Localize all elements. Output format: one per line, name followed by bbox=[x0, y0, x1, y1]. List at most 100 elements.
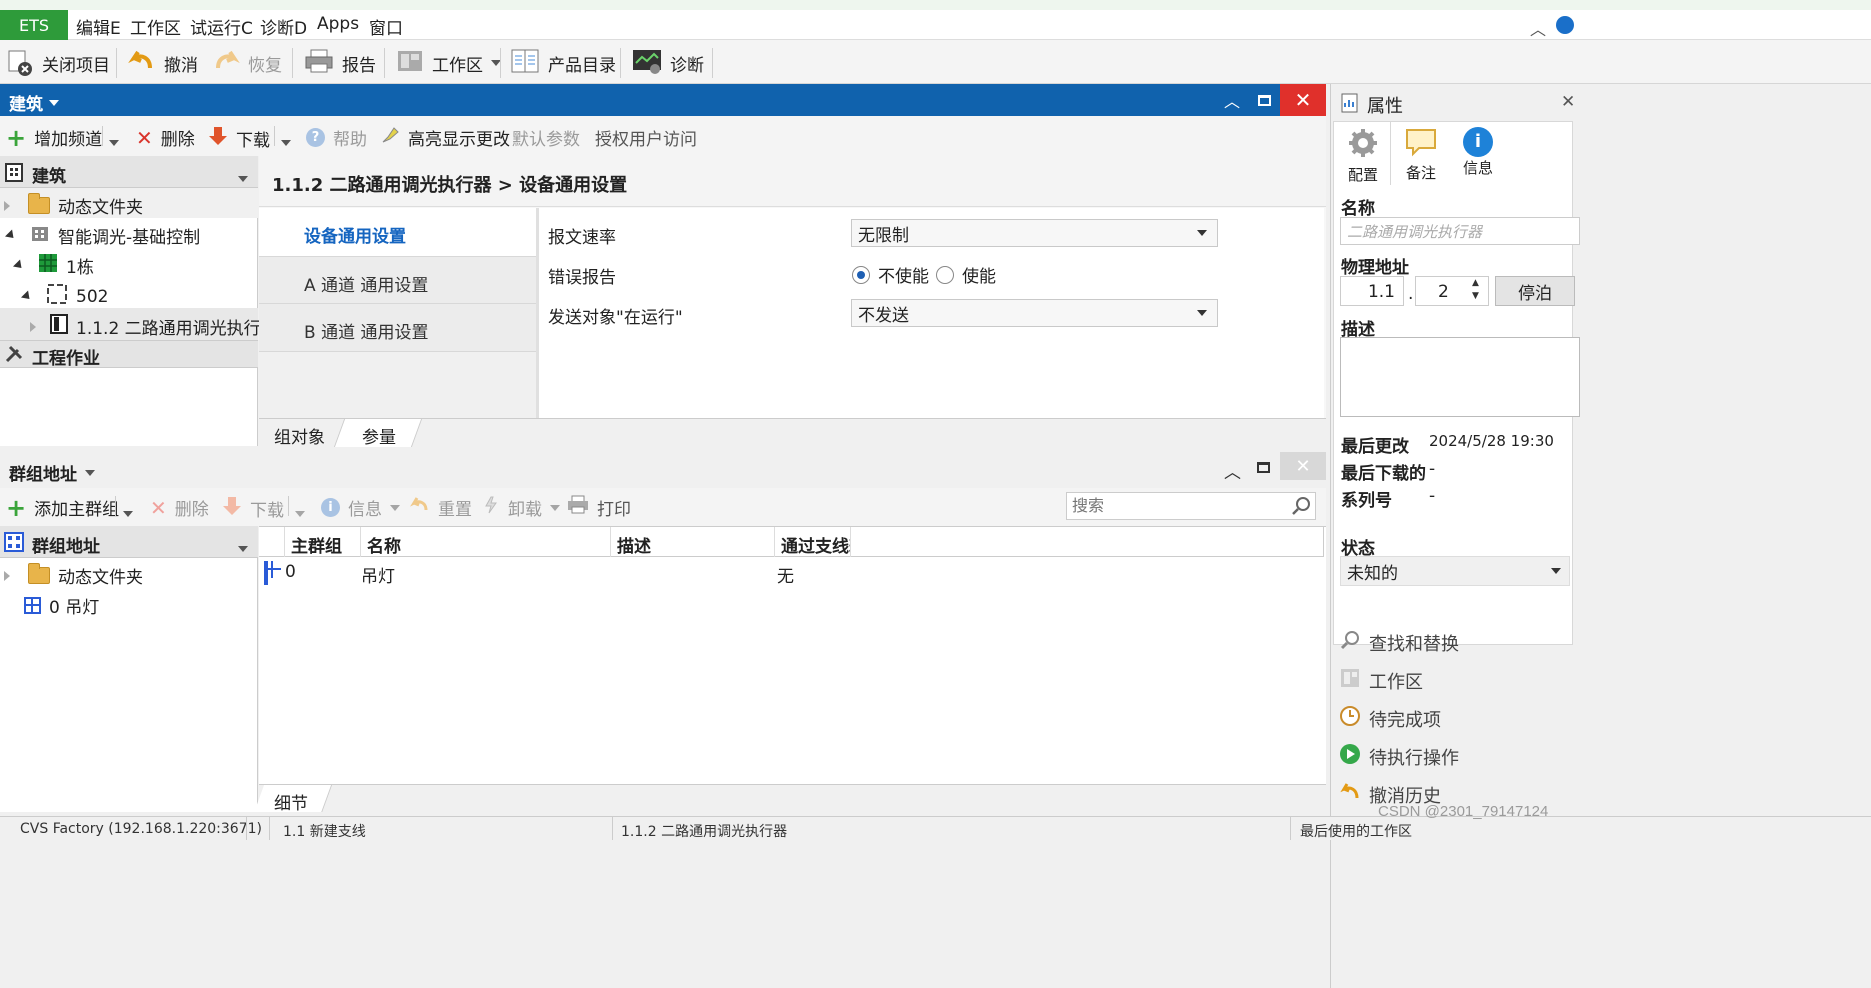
add-channel-button[interactable]: + 增加频道 bbox=[6, 125, 102, 151]
group-download-button[interactable]: 下载 bbox=[222, 495, 284, 522]
maximize-panel-icon[interactable] bbox=[1254, 84, 1274, 116]
menu-apps[interactable]: Apps bbox=[317, 14, 359, 34]
ets-menu-button[interactable]: ETS bbox=[0, 10, 68, 40]
tab-notes[interactable]: 备注 bbox=[1401, 127, 1437, 183]
search-input[interactable] bbox=[1072, 493, 1282, 517]
redo-label: 恢复 bbox=[248, 55, 282, 76]
stepper-down-icon[interactable]: ▼ bbox=[1472, 291, 1479, 301]
catalog-button[interactable]: 产品目录 bbox=[510, 40, 616, 86]
group-download-dropdown[interactable] bbox=[295, 504, 305, 524]
close-panel-icon[interactable]: ✕ bbox=[1280, 452, 1326, 480]
telegram-rate-select[interactable]: 无限制 bbox=[851, 219, 1218, 247]
report-button[interactable]: 报告 bbox=[304, 40, 376, 86]
tree-item-room-502[interactable]: 502 bbox=[20, 283, 108, 310]
todo-link[interactable]: 待完成项 bbox=[1339, 705, 1441, 732]
workspace-button[interactable]: 工作区 bbox=[396, 40, 501, 86]
close-properties-icon[interactable]: ✕ bbox=[1561, 92, 1575, 112]
group-info-button[interactable]: i 信息 bbox=[321, 495, 400, 520]
add-channel-dropdown[interactable] bbox=[109, 133, 119, 153]
column-main-group[interactable]: 主群组 bbox=[285, 527, 361, 557]
diagnostics-button[interactable]: 诊断 bbox=[632, 40, 704, 86]
building-tree-header-label: 建筑 bbox=[32, 167, 66, 187]
tree-item-device-selected[interactable]: 1.1.2 二路通用调光执行器 bbox=[0, 308, 278, 340]
help-icon[interactable] bbox=[1556, 16, 1574, 34]
tab-config[interactable]: 配置 bbox=[1333, 121, 1391, 185]
tree-item-project[interactable]: 智能调光-基础控制 bbox=[4, 223, 200, 248]
group-tree-item-main-0[interactable]: 0 吊灯 bbox=[24, 593, 99, 618]
menu-window[interactable]: 窗口 bbox=[369, 14, 403, 39]
menu-commissioning[interactable]: 试运行C bbox=[190, 14, 253, 39]
close-panel-icon[interactable]: ✕ bbox=[1280, 84, 1326, 116]
tree-item-dynamic-folder[interactable]: 动态文件夹 bbox=[0, 188, 258, 218]
physical-address-device-stepper[interactable]: 2 ▲ ▼ bbox=[1415, 276, 1489, 306]
undo-icon bbox=[1339, 781, 1361, 808]
param-tab-general[interactable]: 设备通用设置 bbox=[259, 208, 536, 256]
floor-grid-icon bbox=[38, 253, 58, 278]
expand-icon[interactable] bbox=[4, 200, 10, 211]
error-report-enable-radio[interactable]: 使能 bbox=[936, 262, 996, 287]
add-main-group-dropdown[interactable] bbox=[123, 504, 133, 524]
group-tree-item-dynamic-folder[interactable]: 动态文件夹 bbox=[4, 563, 143, 588]
in-operation-select[interactable]: 不发送 bbox=[851, 299, 1218, 327]
status-bar: CVS Factory (192.168.1.220:3671) 1.1 新建支… bbox=[0, 816, 1871, 840]
workspaces-link[interactable]: 工作区 bbox=[1339, 667, 1423, 694]
error-report-disable-radio[interactable]: 不使能 bbox=[852, 262, 929, 287]
group-print-button[interactable]: 打印 bbox=[567, 495, 631, 520]
authorize-access-button[interactable]: 授权用户访问 bbox=[595, 125, 697, 150]
find-replace-link[interactable]: 查找和替换 bbox=[1339, 629, 1459, 656]
tab-config-label: 配置 bbox=[1348, 166, 1379, 184]
group-panel-title[interactable]: 群组地址 bbox=[9, 460, 95, 485]
tree-item-building-1[interactable]: 1栋 bbox=[12, 253, 94, 278]
column-coupler[interactable]: 通过支线耦 bbox=[775, 527, 851, 557]
menu-workspace[interactable]: 工作区 bbox=[130, 14, 181, 39]
collapse-panel-icon[interactable]: ︿ bbox=[1222, 84, 1242, 116]
delete-button[interactable]: ✕ 删除 bbox=[136, 125, 195, 151]
search-icon[interactable] bbox=[1291, 496, 1311, 521]
status-select[interactable]: 未知的 bbox=[1340, 556, 1570, 586]
physical-address-line-field[interactable]: 1.1 bbox=[1340, 276, 1404, 306]
collapse-panel-icon[interactable]: ︿ bbox=[1224, 458, 1241, 483]
tab-details[interactable]: 细节 bbox=[274, 789, 308, 814]
building-panel-title[interactable]: 建筑 bbox=[9, 90, 59, 115]
status-connection[interactable]: CVS Factory (192.168.1.220:3671) bbox=[20, 821, 262, 837]
group-delete-button[interactable]: ✕ 删除 bbox=[150, 495, 209, 521]
param-tab-channel-a[interactable]: A 通道 通用设置 bbox=[259, 256, 536, 304]
redo-button[interactable]: 恢复 bbox=[212, 40, 282, 86]
menu-edit[interactable]: 编辑E bbox=[76, 14, 121, 39]
main-group-icon bbox=[24, 597, 41, 614]
collapse-icon[interactable] bbox=[4, 229, 18, 242]
name-input[interactable]: 二路通用调光执行器 bbox=[1340, 217, 1580, 245]
undo-button[interactable]: 撤消 bbox=[128, 40, 198, 86]
maximize-panel-icon[interactable] bbox=[1257, 462, 1270, 473]
building-tree-header[interactable]: 建筑 bbox=[0, 156, 258, 188]
group-reset-button[interactable]: 重置 bbox=[408, 495, 472, 520]
download-button[interactable]: 下载 bbox=[208, 125, 270, 152]
tree-item-trades[interactable]: 工程作业 bbox=[0, 340, 258, 369]
highlight-changes-button[interactable]: 高亮显示更改 bbox=[380, 125, 510, 150]
menu-diagnostics[interactable]: 诊断D bbox=[260, 14, 307, 39]
group-search-box[interactable] bbox=[1066, 492, 1316, 520]
expand-icon[interactable] bbox=[30, 321, 36, 332]
close-project-button[interactable]: 关闭项目 bbox=[6, 40, 110, 86]
default-params-button[interactable]: 默认参数 bbox=[512, 125, 580, 150]
download-dropdown[interactable] bbox=[281, 133, 291, 153]
physical-address-dot: . bbox=[1408, 284, 1414, 304]
park-button[interactable]: 停泊 bbox=[1495, 276, 1575, 306]
pending-operations-link[interactable]: 待执行操作 bbox=[1339, 743, 1459, 770]
param-tab-channel-b[interactable]: B 通道 通用设置 bbox=[259, 304, 536, 352]
add-main-group-button[interactable]: + 添加主群组 bbox=[6, 495, 119, 521]
stepper-up-icon[interactable]: ▲ bbox=[1472, 278, 1479, 288]
column-description[interactable]: 描述 bbox=[611, 527, 775, 557]
expand-icon[interactable] bbox=[4, 570, 10, 581]
help-button[interactable]: ? 帮助 bbox=[306, 125, 367, 150]
tab-group-objects[interactable]: 组对象 bbox=[259, 419, 347, 448]
description-textarea[interactable] bbox=[1340, 337, 1580, 417]
column-name[interactable]: 名称 bbox=[361, 527, 611, 557]
collapse-ribbon-icon[interactable]: ︿ bbox=[1530, 16, 1546, 40]
table-row[interactable]: 0 吊灯 无 bbox=[259, 557, 1324, 587]
collapse-icon[interactable] bbox=[12, 259, 26, 272]
collapse-icon[interactable] bbox=[20, 290, 34, 303]
group-unload-button[interactable]: 卸载 bbox=[482, 495, 560, 520]
group-tree-header[interactable]: 群组地址 bbox=[0, 526, 258, 558]
tab-info[interactable]: i 信息 bbox=[1461, 127, 1493, 178]
